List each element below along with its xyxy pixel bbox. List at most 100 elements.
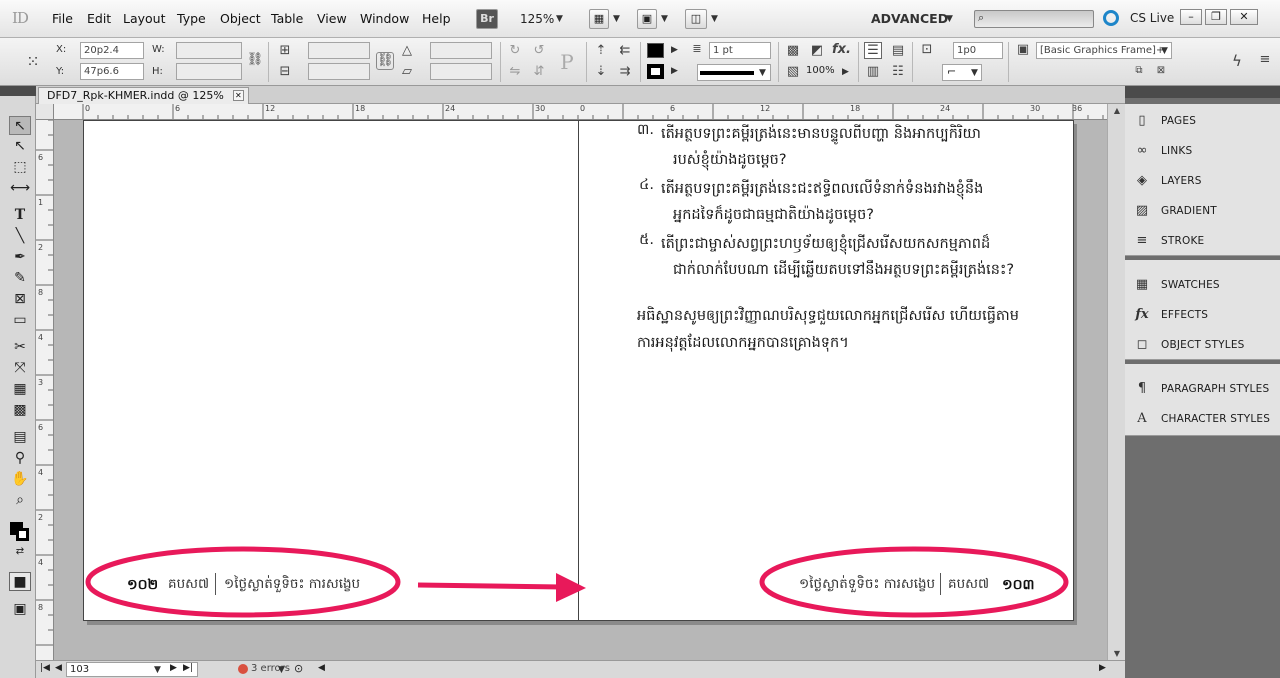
wrap-bounding-icon[interactable]: ▤: [889, 43, 907, 58]
free-transform-tool-icon[interactable]: ⤧: [9, 359, 31, 378]
pen-tool-icon[interactable]: ✒: [9, 248, 31, 267]
stroke-type-select[interactable]: ▼: [697, 64, 771, 81]
effect-shadow-icon[interactable]: ◩: [808, 43, 826, 58]
panel-menu-icon[interactable]: ≡: [1256, 52, 1274, 67]
stroke-swatch[interactable]: [647, 64, 664, 79]
constrain-proportions-icon[interactable]: ⛓: [246, 52, 264, 67]
y-position-field[interactable]: 47p6.6: [80, 63, 144, 80]
fill-swatch[interactable]: [647, 43, 664, 58]
bridge-button[interactable]: Br: [476, 9, 498, 29]
panel-stroke[interactable]: ≡ STROKE: [1133, 231, 1273, 253]
menu-object[interactable]: Object: [220, 11, 261, 26]
rotate-angle-field[interactable]: [430, 42, 492, 59]
preview-mode-icon[interactable]: ▣: [9, 600, 31, 619]
minimize-button[interactable]: –: [1180, 9, 1202, 25]
view-options-dropdown-icon[interactable]: ▼: [613, 14, 620, 24]
panel-links[interactable]: ∞ LINKS: [1133, 141, 1273, 163]
clear-overrides-icon[interactable]: ⧉: [1130, 65, 1148, 76]
page-dropdown-icon[interactable]: ▼: [154, 665, 161, 675]
menu-file[interactable]: File: [52, 11, 73, 26]
cs-live-label[interactable]: CS Live: [1130, 11, 1174, 25]
menu-edit[interactable]: Edit: [87, 11, 111, 26]
panel-swatches[interactable]: ▦ SWATCHES: [1133, 275, 1273, 297]
select-container-icon[interactable]: ⇡: [592, 43, 610, 58]
scroll-down-icon[interactable]: ▼: [1108, 649, 1126, 658]
cs-live-icon[interactable]: [1103, 10, 1119, 26]
wrap-offset-field[interactable]: 1p0: [953, 42, 1003, 59]
stroke-color-icon[interactable]: [16, 528, 29, 541]
scroll-left-icon[interactable]: ◀: [318, 663, 325, 673]
height-field[interactable]: [176, 63, 242, 80]
x-position-field[interactable]: 20p2.4: [80, 42, 144, 59]
shear-angle-field[interactable]: [430, 63, 492, 80]
next-page-icon[interactable]: ▶: [170, 663, 177, 673]
menu-layout[interactable]: Layout: [123, 11, 166, 26]
workspace-switcher[interactable]: ADVANCED: [871, 11, 948, 26]
wrap-jump-icon[interactable]: ☷: [889, 64, 907, 79]
restore-button[interactable]: ❐: [1205, 9, 1227, 25]
rectangle-frame-tool-icon[interactable]: ⊠: [9, 290, 31, 309]
zoom-level[interactable]: 125%: [520, 12, 554, 26]
menu-table[interactable]: Table: [271, 11, 303, 26]
wrap-none-icon[interactable]: ☰: [864, 42, 882, 59]
rectangle-tool-icon[interactable]: ▭: [9, 311, 31, 330]
swap-formatting-icon[interactable]: ⇄: [9, 542, 31, 561]
normal-view-icon[interactable]: ■: [9, 572, 31, 591]
stroke-weight-field[interactable]: 1 pt: [709, 42, 771, 59]
close-window-button[interactable]: ✕: [1230, 9, 1258, 25]
direct-selection-tool-icon[interactable]: ↖: [9, 137, 31, 156]
scroll-up-icon[interactable]: ▲: [1108, 106, 1126, 115]
screen-mode-icon[interactable]: ▣: [637, 9, 657, 29]
zoom-tool-icon[interactable]: ⌕: [9, 491, 31, 510]
effects-fx-icon[interactable]: fx.: [832, 42, 851, 57]
panel-gradient[interactable]: ▨ GRADIENT: [1133, 201, 1273, 223]
preflight-dropdown-icon[interactable]: ▼: [278, 665, 285, 675]
panel-effects[interactable]: fx EFFECTS: [1133, 305, 1273, 327]
menu-view[interactable]: View: [317, 11, 347, 26]
menu-help[interactable]: Help: [422, 11, 451, 26]
page-tool-icon[interactable]: ⬚: [9, 158, 31, 177]
search-input[interactable]: ⌕: [974, 10, 1094, 28]
reference-point-icon[interactable]: ⁙: [24, 52, 42, 71]
scroll-right-icon[interactable]: ▶: [1099, 663, 1106, 673]
left-page[interactable]: ១០២ គបស៧ ១ថ្ងៃស្ងាត់ទួទិចះ ការសង្ខេប: [83, 120, 579, 621]
menu-window[interactable]: Window: [360, 11, 409, 26]
rotate-cw-icon[interactable]: ↻: [506, 43, 524, 58]
hand-tool-icon[interactable]: ✋: [9, 470, 31, 489]
vertical-ruler[interactable]: 6 1 2 8 4 3 6 4 2 4 8: [36, 120, 54, 660]
opacity-value[interactable]: 100%: [806, 65, 835, 76]
first-page-icon[interactable]: |◀: [40, 663, 50, 673]
select-previous-icon[interactable]: ⇇: [616, 43, 634, 58]
previous-page-icon[interactable]: ◀: [55, 663, 62, 673]
selection-tool-icon[interactable]: ↖: [9, 116, 31, 135]
scale-x-field[interactable]: [308, 42, 370, 59]
preflight-error-icon[interactable]: [238, 664, 248, 674]
object-style-dropdown-icon[interactable]: ▼: [1161, 46, 1168, 56]
panel-paragraph-styles[interactable]: ¶ PARAGRAPH STYLES: [1133, 379, 1273, 401]
workspace-dropdown-icon[interactable]: ▼: [946, 14, 953, 24]
vertical-scrollbar[interactable]: ▲ ▼: [1107, 104, 1125, 660]
stroke-dropdown-icon[interactable]: ▶: [671, 66, 678, 76]
constrain-scale-icon[interactable]: ⛓: [376, 52, 394, 70]
open-document-icon[interactable]: ⊙: [294, 662, 303, 675]
flip-horizontal-icon[interactable]: ⇋: [506, 64, 524, 79]
pasteboard[interactable]: ១០២ គបស៧ ១ថ្ងៃស្ងាត់ទួទិចះ ការសង្ខេប ៣. …: [54, 120, 1107, 660]
fill-dropdown-icon[interactable]: ▶: [671, 45, 678, 55]
panel-object-styles[interactable]: ◻ OBJECT STYLES: [1133, 335, 1273, 357]
quick-apply-icon[interactable]: ⊠: [1152, 65, 1170, 76]
arrange-dropdown-icon[interactable]: ▼: [711, 14, 718, 24]
right-page[interactable]: ៣. តើអត្ថបទព្រះគម្ពីរត្រង់នេះមានបន្ទូលពី…: [578, 120, 1074, 621]
menu-type[interactable]: Type: [177, 11, 206, 26]
scale-y-field[interactable]: [308, 63, 370, 80]
width-field[interactable]: [176, 42, 242, 59]
panel-pages[interactable]: ▯ PAGES: [1133, 111, 1273, 133]
arrange-documents-icon[interactable]: ◫: [685, 9, 707, 29]
object-style-select[interactable]: [Basic Graphics Frame]+: [1036, 42, 1172, 59]
gradient-swatch-tool-icon[interactable]: ▦: [9, 380, 31, 399]
last-page-icon[interactable]: ▶|: [183, 663, 193, 673]
eyedropper-tool-icon[interactable]: ⚲: [9, 449, 31, 468]
ruler-origin[interactable]: [36, 104, 54, 120]
flip-vertical-icon[interactable]: ⇵: [530, 64, 548, 79]
horizontal-ruler[interactable]: 0 6 12 18 24 30 0 6 12 18 24 30 36: [54, 104, 1107, 120]
stroke-type-dropdown-icon[interactable]: ▼: [759, 68, 766, 78]
